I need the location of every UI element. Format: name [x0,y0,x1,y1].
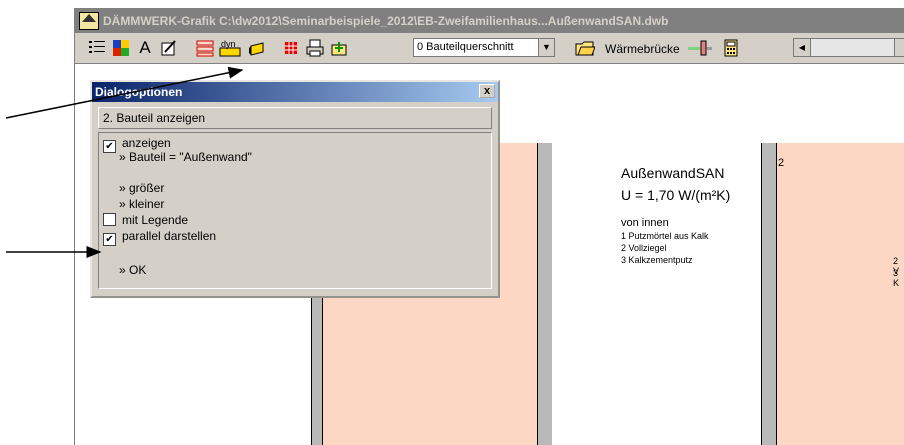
option-ok[interactable]: » OK [119,263,146,277]
export-icon[interactable] [329,38,349,58]
dialog-title-bar[interactable]: Dialogoptionen x [92,82,498,102]
grid-icon[interactable] [281,38,301,58]
dialog-heading: 2. Bauteil anzeigen [98,107,492,129]
component-legend: AußenwandSAN U = 1,70 W/(m²K) von innen … [621,165,730,265]
list-icon[interactable] [87,38,107,58]
layer-label: 1 Putzmörtel aus Kalk [621,231,709,241]
color-palette-icon[interactable] [111,38,131,58]
dyn-icon[interactable]: dyn [219,38,241,58]
edit-icon[interactable] [159,38,179,58]
option-label: anzeigen [122,136,171,150]
view-select-value: 0 Bauteilquerschnitt [417,41,514,53]
scroll-left-icon[interactable]: ◀ [794,39,811,56]
view-select[interactable]: 0 Bauteilquerschnitt ▼ [413,38,555,57]
print-icon[interactable] [305,38,325,58]
option-mit-legende[interactable]: mit Legende [103,213,188,227]
layers-icon[interactable] [195,38,215,58]
u-value: U = 1,70 W/(m²K) [621,187,731,203]
options-dialog: Dialogoptionen x 2. Bauteil anzeigen ✔ an… [90,80,500,298]
option-parallel-darstellen[interactable]: ✔ parallel darstellen [103,229,216,246]
horizontal-scrollbar[interactable]: ◀ [793,38,904,57]
layer-label: 2 Vollziegel [621,243,667,253]
layer-number: 2 [778,157,785,169]
option-groesser[interactable]: » größer [119,181,164,195]
layer-label: 3 Kalkzementputz [621,255,693,265]
checkbox-mit-legende[interactable] [103,213,116,226]
toolbar: A dyn 0 Bauteilquerschnitt ▼ Wärmebrücke… [75,33,904,64]
title-bar[interactable]: DÄMMWERK-Grafik C:\dw2012\Seminarbeispie… [75,9,904,33]
block-icon[interactable] [247,38,267,58]
direction-label: von innen [621,217,669,229]
app-icon [79,12,99,30]
layer-label-right: 3 K [893,268,900,288]
close-icon[interactable]: x [479,84,495,98]
calculator-icon[interactable] [721,38,741,58]
plaster-layer-outer [537,143,552,445]
checkbox-anzeigen[interactable]: ✔ [103,140,116,153]
option-label: parallel darstellen [122,229,217,243]
option-label: mit Legende [122,213,189,227]
component-name: AußenwandSAN [621,165,725,181]
text-icon[interactable]: A [135,38,155,58]
chevron-down-icon[interactable]: ▼ [538,39,554,56]
waermebruecke-label: Wärmebrücke [605,42,680,56]
checkbox-parallel-darstellen[interactable]: ✔ [103,233,116,246]
option-bauteil[interactable]: » Bauteil = "Außenwand" [119,150,252,164]
wall-section-right: 2 [761,143,904,445]
window-title: DÄMMWERK-Grafik C:\dw2012\Seminarbeispie… [103,14,669,28]
dialog-options-list: ✔ anzeigen » Bauteil = "Außenwand" » größ… [98,132,492,289]
folder-icon[interactable] [575,38,595,58]
dyn-label: dyn [221,39,236,49]
plaster-layer-inner [762,143,777,445]
scroll-thumb[interactable] [894,39,904,56]
slider-icon[interactable] [687,38,713,58]
dialog-title: Dialogoptionen [95,85,183,99]
option-kleiner[interactable]: » kleiner [119,197,164,211]
